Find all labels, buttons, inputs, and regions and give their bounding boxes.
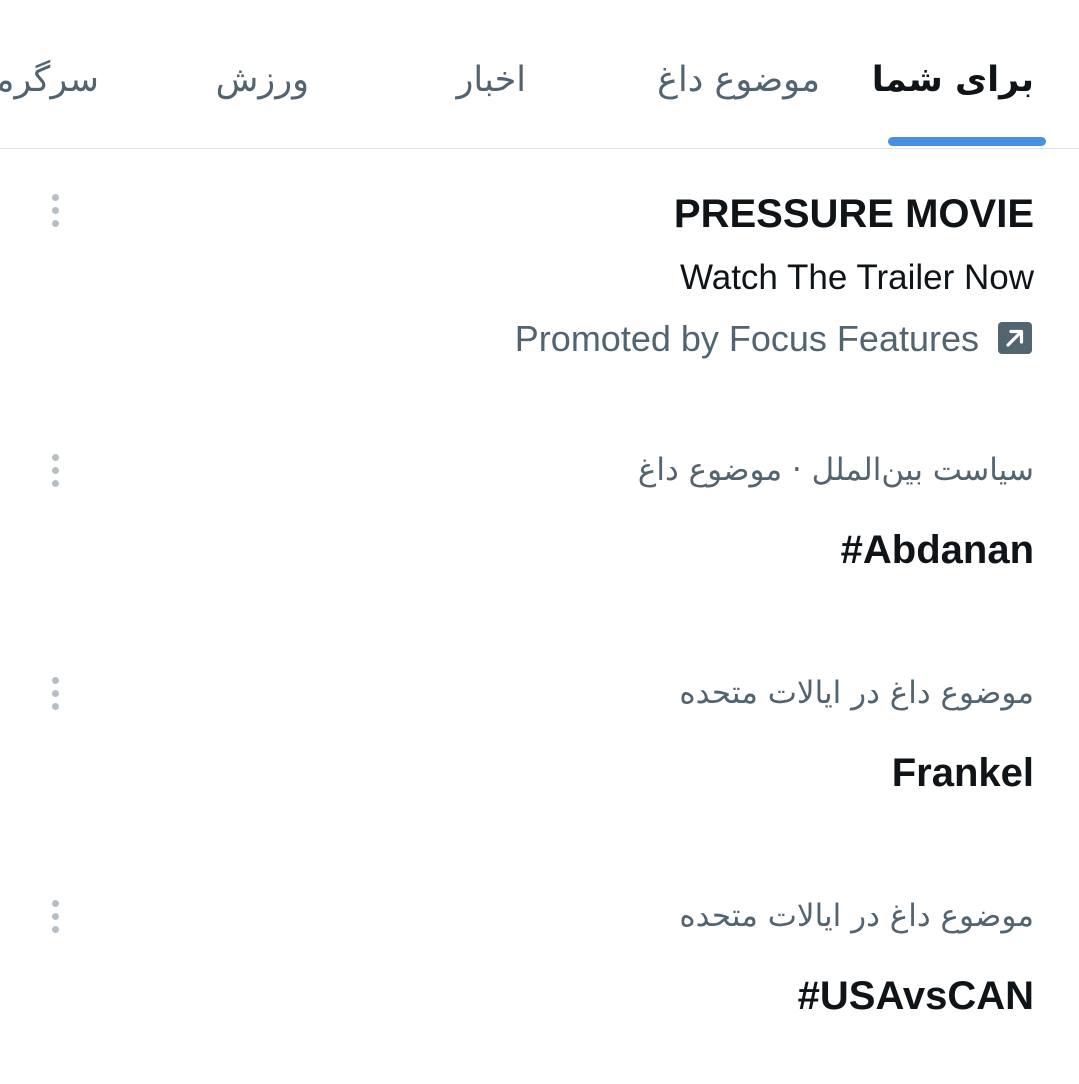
active-tab-indicator [888, 137, 1046, 146]
promoted-title: PRESSURE MOVIE [673, 192, 1034, 236]
more-vertical-icon[interactable] [36, 190, 74, 234]
tab-news[interactable]: اخبار [457, 52, 527, 108]
more-vertical-icon[interactable] [36, 450, 74, 494]
trend-context: موضوع داغ در ایالات متحده [679, 675, 1034, 711]
explore-tabs: برای شما موضوع داغ اخبار ورزش سرگرمی [0, 0, 1079, 149]
trend-context: سیاست بین‌الملل · موضوع داغ [637, 452, 1034, 488]
trend-context: موضوع داغ در ایالات متحده [679, 898, 1034, 934]
trend-item[interactable]: موضوع داغ در ایالات متحده Frankel [0, 653, 1079, 833]
trend-item[interactable]: سیاست بین‌الملل · موضوع داغ #Abdanan [0, 430, 1079, 610]
promoted-subtitle: Watch The Trailer Now [680, 258, 1034, 297]
tab-for-you[interactable]: برای شما [872, 52, 1034, 108]
promoted-by-label[interactable]: Promoted by Focus Features [515, 318, 979, 360]
tab-entertainment[interactable]: سرگرمی [0, 52, 99, 108]
promoted-trend[interactable]: PRESSURE MOVIE Watch The Trailer Now Pro… [0, 148, 1079, 398]
explore-trending-page: برای شما موضوع داغ اخبار ورزش سرگرمی PRE… [0, 0, 1079, 1084]
trend-name: #USAvsCAN [797, 974, 1034, 1018]
tab-sports[interactable]: ورزش [216, 52, 309, 108]
external-link-icon [998, 322, 1032, 354]
tab-trending[interactable]: موضوع داغ [657, 52, 820, 108]
more-vertical-icon[interactable] [36, 673, 74, 717]
more-vertical-icon[interactable] [36, 896, 74, 940]
trend-name: #Abdanan [840, 528, 1034, 572]
trend-item[interactable]: موضوع داغ در ایالات متحده #USAvsCAN [0, 876, 1079, 1056]
trend-name: Frankel [891, 751, 1034, 795]
